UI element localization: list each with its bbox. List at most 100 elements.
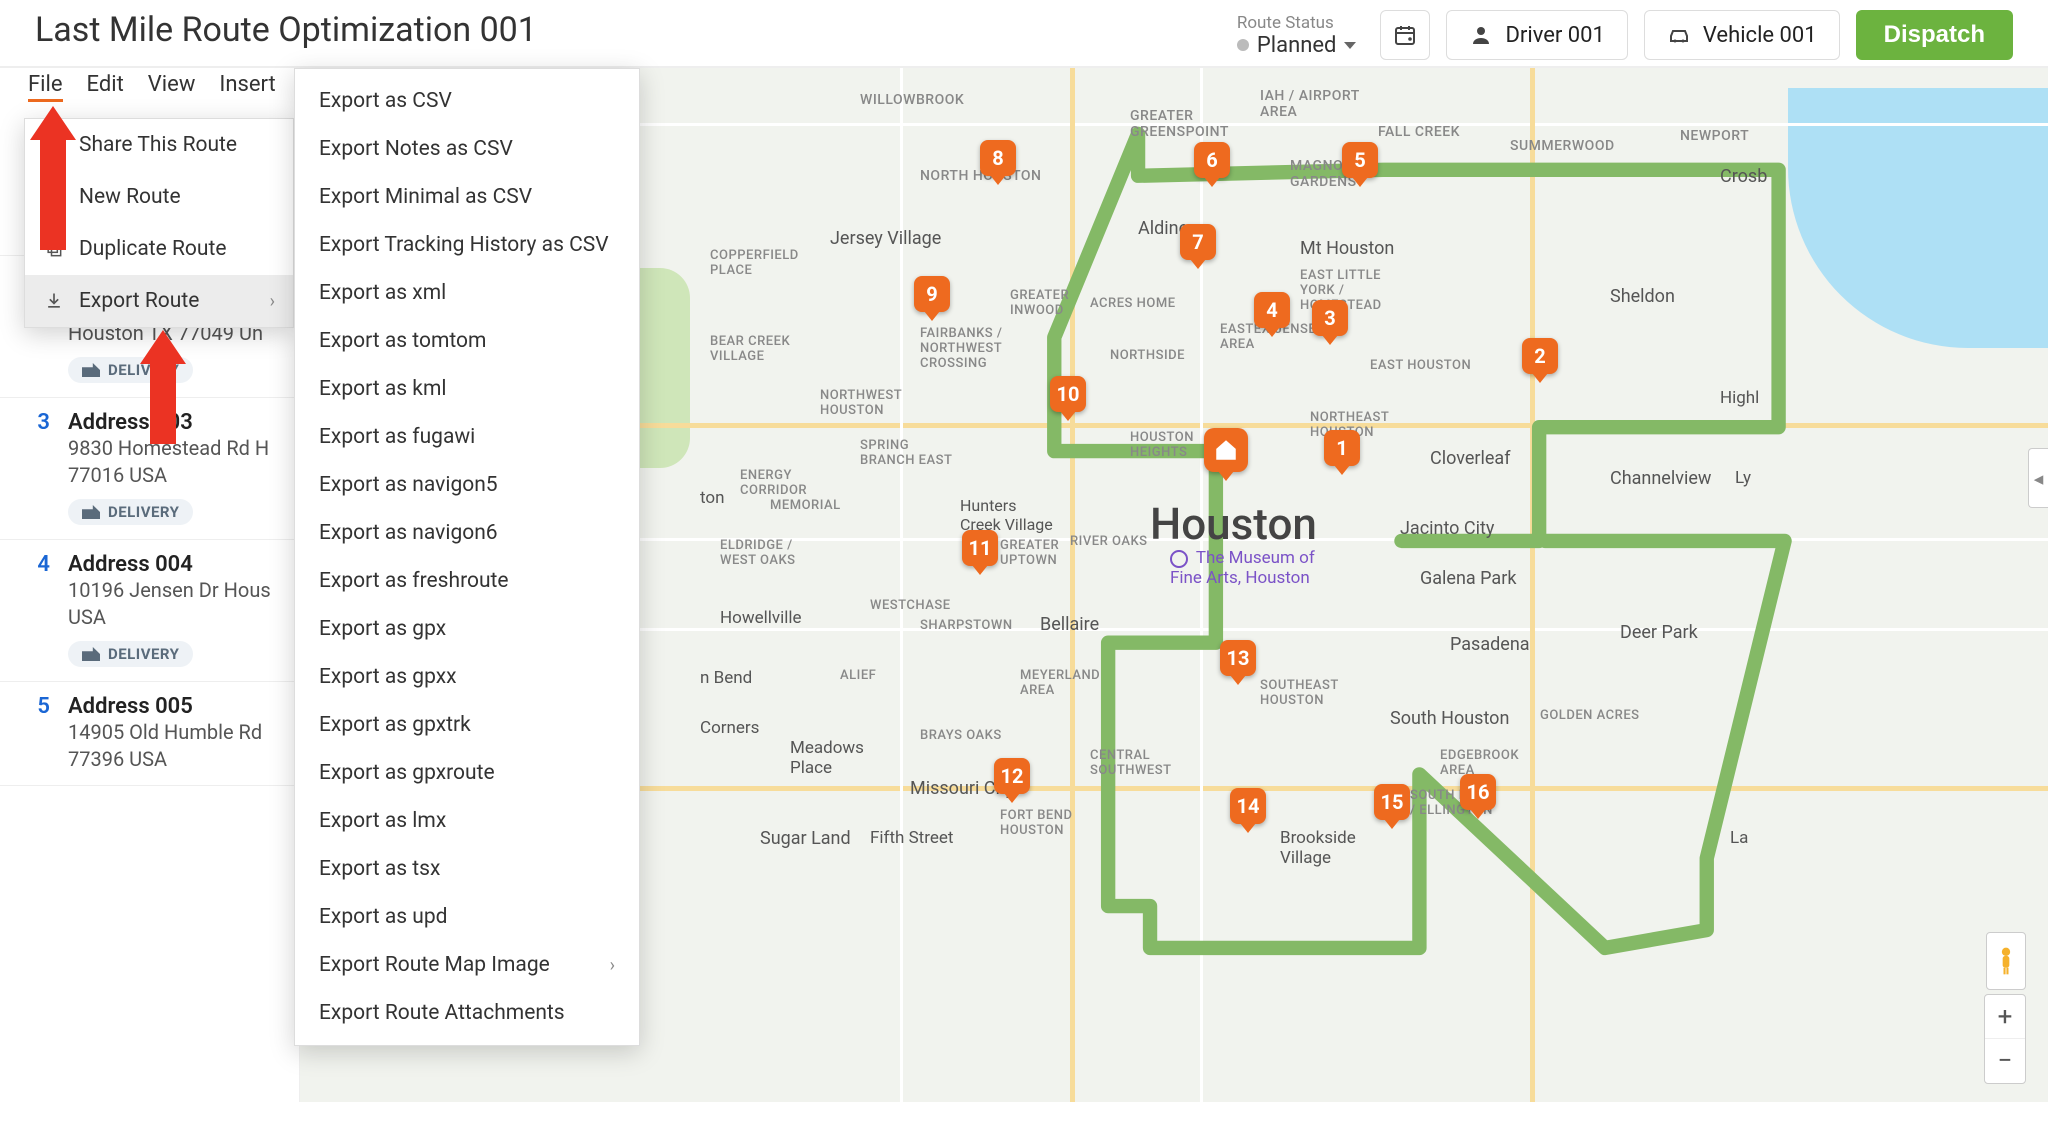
map-label: Fifth Street <box>870 828 953 848</box>
calendar-button[interactable] <box>1380 10 1430 60</box>
route-marker[interactable]: 15 <box>1374 784 1410 820</box>
export-option[interactable]: Export as CSV <box>295 77 639 125</box>
export-option[interactable]: Export Minimal as CSV <box>295 173 639 221</box>
zoom-in-button[interactable]: + <box>1985 995 2025 1039</box>
route-marker[interactable]: 2 <box>1522 338 1558 374</box>
zoom-out-button[interactable]: − <box>1985 1039 2025 1083</box>
export-option[interactable]: Export as gpxtrk <box>295 701 639 749</box>
map-label: BEAR CREEKVILLAGE <box>710 334 790 364</box>
stop-number: 3 <box>30 410 50 435</box>
car-icon <box>1667 23 1691 47</box>
export-option[interactable]: Export as navigon6 <box>295 509 639 557</box>
export-option[interactable]: Export as gpx <box>295 605 639 653</box>
stop-address: 14905 Old Humble Rd77396 USA <box>68 719 281 773</box>
export-option[interactable]: Export as lmx <box>295 797 639 845</box>
route-marker[interactable]: 11 <box>962 530 998 566</box>
export-option[interactable]: Export as gpxx <box>295 653 639 701</box>
truck-icon <box>82 505 100 519</box>
stop-number: 4 <box>30 552 50 577</box>
vehicle-select[interactable]: Vehicle 001 <box>1644 10 1840 60</box>
route-marker[interactable]: 10 <box>1050 376 1086 412</box>
export-option[interactable]: Export Notes as CSV <box>295 125 639 173</box>
route-marker[interactable]: 12 <box>994 758 1030 794</box>
map-label: ton <box>700 488 724 508</box>
home-marker[interactable] <box>1204 428 1248 472</box>
menu-item-export[interactable]: Export Route › <box>25 275 293 327</box>
menu-view[interactable]: View <box>148 72 196 102</box>
map-label: BrooksideVillage <box>1280 828 1356 868</box>
download-icon <box>43 290 65 312</box>
export-option[interactable]: Export Route Map Image› <box>295 941 639 989</box>
poi-museum: The Museum of Fine Arts, Houston <box>1170 548 1315 588</box>
export-submenu: Export as CSVExport Notes as CSVExport M… <box>294 68 640 1046</box>
route-marker[interactable]: 1 <box>1324 430 1360 466</box>
route-status[interactable]: Route Status Planned <box>1237 13 1357 58</box>
export-option[interactable]: Export as gpxroute <box>295 749 639 797</box>
map-label: WILLOWBROOK <box>860 92 964 108</box>
export-option[interactable]: Export as upd <box>295 893 639 941</box>
zoom-control: + − <box>1984 994 2026 1084</box>
route-marker[interactable]: 16 <box>1460 774 1496 810</box>
calendar-icon <box>1393 23 1417 47</box>
export-option[interactable]: Export as xml <box>295 269 639 317</box>
route-marker[interactable]: 9 <box>914 276 950 312</box>
map-label: Corners <box>700 718 759 738</box>
export-option[interactable]: Export as tsx <box>295 845 639 893</box>
route-marker[interactable]: 8 <box>980 140 1016 176</box>
truck-icon <box>82 363 100 377</box>
map-label: NORTHSIDE <box>1110 348 1185 363</box>
route-marker[interactable]: 4 <box>1254 292 1290 328</box>
menu-edit[interactable]: Edit <box>87 72 124 102</box>
export-option[interactable]: Export as kml <box>295 365 639 413</box>
export-option[interactable]: Export as freshroute <box>295 557 639 605</box>
map-label: Channelview <box>1610 468 1711 489</box>
map-label: RIVER OAKS <box>1070 534 1148 549</box>
export-option[interactable]: Export Tracking History as CSV <box>295 221 639 269</box>
map-label: Howellville <box>720 608 802 628</box>
map-label: Bellaire <box>1040 614 1099 635</box>
map-label: Cloverleaf <box>1430 448 1510 469</box>
export-option[interactable]: Export as fugawi <box>295 413 639 461</box>
map-label: South Houston <box>1390 708 1509 729</box>
menu-file[interactable]: File <box>28 72 63 102</box>
route-marker[interactable]: 13 <box>1220 640 1256 676</box>
header: Last Mile Route Optimization 001 Route S… <box>0 0 2048 68</box>
route-marker[interactable]: 6 <box>1194 142 1230 178</box>
route-marker[interactable]: 3 <box>1312 300 1348 336</box>
poi-icon <box>1170 550 1188 568</box>
chevron-right-icon: › <box>270 291 275 312</box>
map-label: Crosb <box>1720 166 1767 187</box>
map-label: MEMORIAL <box>770 498 841 513</box>
export-option[interactable]: Export as tomtom <box>295 317 639 365</box>
map-label: ENERGYCORRIDOR <box>740 468 807 498</box>
map-label: IAH / AIRPORTAREA <box>1260 88 1360 120</box>
map-label: Sugar Land <box>760 828 851 849</box>
export-option[interactable]: Export Route Attachments <box>295 989 639 1037</box>
map-label: SOUTHEASTHOUSTON <box>1260 678 1339 708</box>
map-label: Jacinto City <box>1400 518 1494 539</box>
map-label: ACRES HOME <box>1090 296 1176 311</box>
route-marker[interactable]: 5 <box>1342 142 1378 178</box>
dispatch-button[interactable]: Dispatch <box>1856 10 2013 60</box>
map-label: NORTHWESTHOUSTON <box>820 388 902 418</box>
route-marker[interactable]: 7 <box>1180 224 1216 260</box>
map-label: BRAYS OAKS <box>920 728 1002 743</box>
export-option[interactable]: Export as navigon5 <box>295 461 639 509</box>
stop-item[interactable]: 4 Address 004 10196 Jensen Dr HousUSA DE… <box>0 540 299 682</box>
streetview-pegman[interactable] <box>1986 932 2026 990</box>
map-label: MEYERLANDAREA <box>1020 668 1100 698</box>
status-label: Route Status <box>1237 13 1357 33</box>
city-houston: Houston <box>1150 498 1317 550</box>
map-label: NEWPORT <box>1680 128 1749 144</box>
menu-insert[interactable]: Insert <box>219 72 275 102</box>
driver-label: Driver 001 <box>1505 23 1604 48</box>
map-label: FAIRBANKS /NORTHWESTCROSSING <box>920 326 1002 371</box>
stop-item[interactable]: 5 Address 005 14905 Old Humble Rd77396 U… <box>0 682 299 786</box>
status-dot-icon <box>1237 39 1249 51</box>
map-label: ELDRIDGE /WEST OAKS <box>720 538 796 568</box>
route-marker[interactable]: 14 <box>1230 788 1266 824</box>
stop-title: Address 005 <box>68 694 193 719</box>
collapse-handle[interactable]: ◂ <box>2028 448 2048 508</box>
driver-select[interactable]: Driver 001 <box>1446 10 1627 60</box>
map-label: SHARPSTOWN <box>920 618 1013 633</box>
